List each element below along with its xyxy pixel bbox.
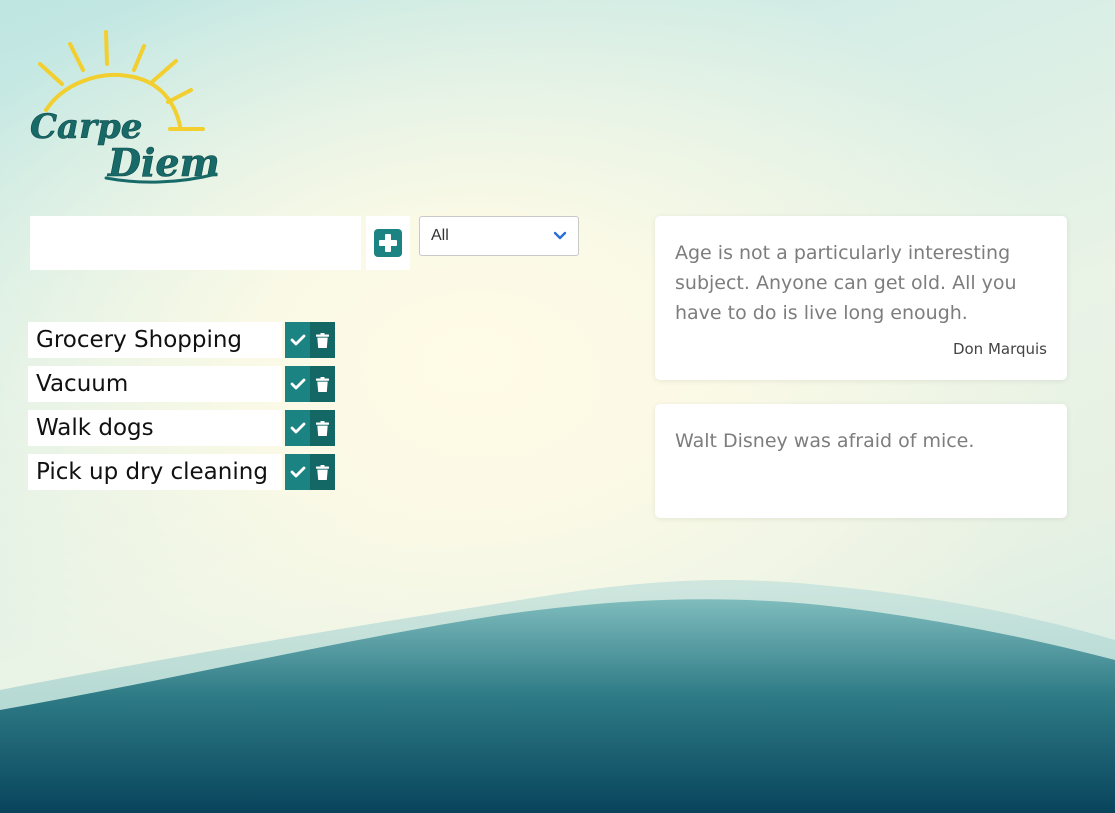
delete-button[interactable] xyxy=(310,322,335,358)
todo-label: Pick up dry cleaning xyxy=(28,454,282,490)
fact-card: Walt Disney was afraid of mice. xyxy=(655,404,1067,518)
new-todo-input[interactable] xyxy=(30,216,361,270)
filter-selected-value: All xyxy=(431,227,449,244)
todo-list: Grocery Shopping Vacuum Walk dogs Pick u… xyxy=(28,322,335,498)
delete-button[interactable] xyxy=(310,454,335,490)
todo-item: Grocery Shopping xyxy=(28,322,335,358)
delete-button[interactable] xyxy=(310,410,335,446)
quote-card: Age is not a particularly interesting su… xyxy=(655,216,1067,380)
complete-button[interactable] xyxy=(285,322,310,358)
check-icon xyxy=(290,378,305,390)
check-icon xyxy=(290,466,305,478)
trash-icon xyxy=(316,420,329,436)
check-icon xyxy=(290,334,305,346)
trash-icon xyxy=(316,332,329,348)
complete-button[interactable] xyxy=(285,366,310,402)
todo-label: Vacuum xyxy=(28,366,282,402)
quote-text: Age is not a particularly interesting su… xyxy=(675,242,1017,324)
todo-label: Walk dogs xyxy=(28,410,282,446)
complete-button[interactable] xyxy=(285,410,310,446)
chevron-down-icon xyxy=(553,231,567,240)
todo-item: Vacuum xyxy=(28,366,335,402)
carpe-diem-logo: Carpe Diem xyxy=(30,30,220,185)
trash-icon xyxy=(316,376,329,392)
delete-button[interactable] xyxy=(310,366,335,402)
check-icon xyxy=(290,422,305,434)
filter-select[interactable]: All xyxy=(419,216,579,256)
add-todo-button[interactable] xyxy=(366,216,410,270)
plus-square-icon xyxy=(374,229,402,257)
complete-button[interactable] xyxy=(285,454,310,490)
todo-item: Walk dogs xyxy=(28,410,335,446)
todo-label: Grocery Shopping xyxy=(28,322,282,358)
wave-background xyxy=(0,580,1115,813)
todo-item: Pick up dry cleaning xyxy=(28,454,335,490)
quote-author: Don Marquis xyxy=(952,340,1047,358)
trash-icon xyxy=(316,464,329,480)
fact-text: Walt Disney was afraid of mice. xyxy=(675,430,975,452)
